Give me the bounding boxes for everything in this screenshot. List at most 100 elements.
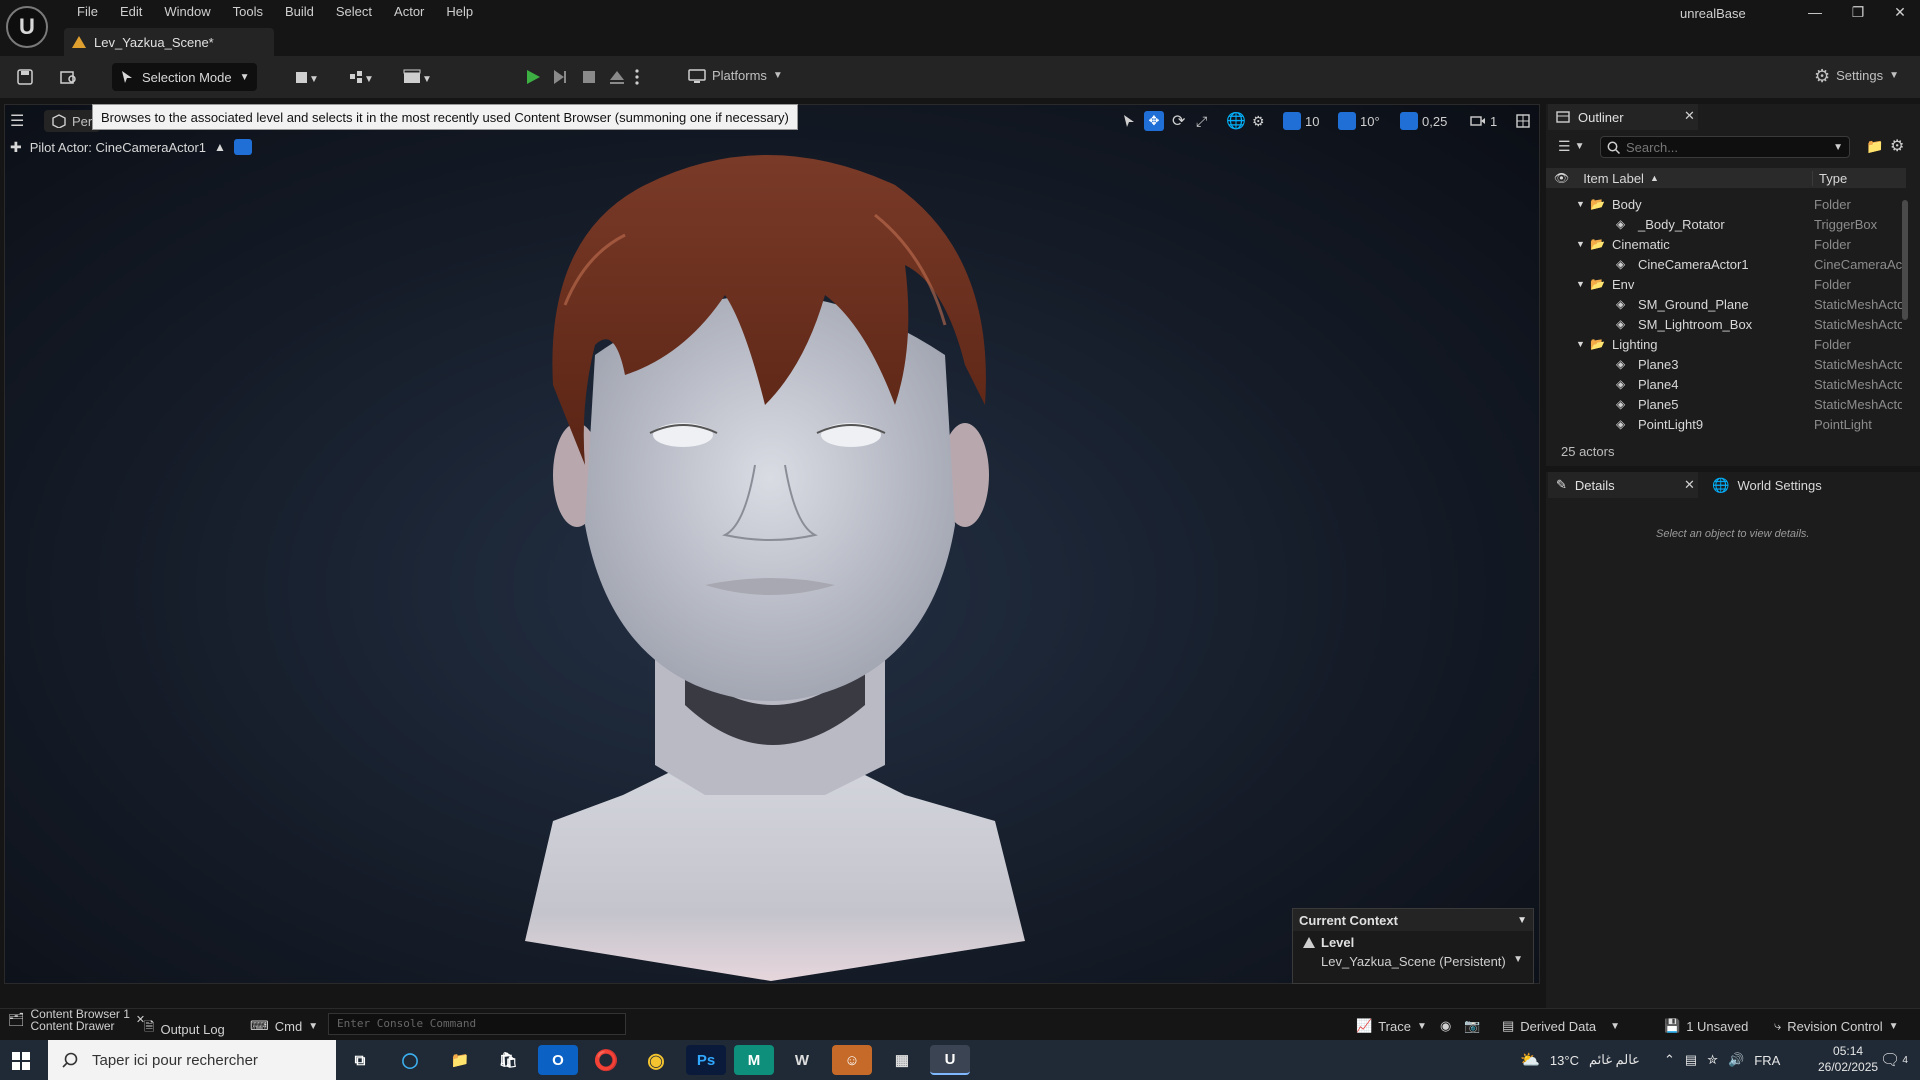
menu-edit[interactable]: Edit: [109, 4, 153, 20]
settings-button[interactable]: ⚙ Settings ▼: [1814, 67, 1899, 85]
menu-actor[interactable]: Actor: [383, 4, 435, 20]
outliner-folder-row[interactable]: ▼ 📂 Env Folder: [1546, 274, 1906, 294]
outliner-tab[interactable]: Outliner: [1548, 104, 1698, 130]
restore-button[interactable]: ❐: [1838, 4, 1878, 26]
menu-help[interactable]: Help: [435, 4, 484, 20]
menu-file[interactable]: File: [66, 4, 109, 20]
close-details-icon[interactable]: ✕: [1684, 477, 1695, 493]
photoshop-icon[interactable]: Ps: [686, 1045, 726, 1075]
screenshot-icon[interactable]: 📷: [1464, 1018, 1480, 1034]
close-window-button[interactable]: ✕: [1880, 4, 1920, 26]
unreal-taskbar-icon[interactable]: U: [930, 1045, 970, 1075]
surface-snap-icon[interactable]: ⚙: [1252, 110, 1265, 132]
expand-arrow-icon[interactable]: ▼: [1576, 199, 1585, 209]
viewport-menu-button[interactable]: ☰: [10, 111, 24, 131]
maya-icon[interactable]: M: [734, 1045, 774, 1075]
play-icon[interactable]: [518, 62, 548, 92]
rotate-tool-icon[interactable]: ⟳: [1172, 110, 1185, 132]
wifi-icon[interactable]: ✮: [1707, 1052, 1718, 1068]
grid-snap-toggle[interactable]: 10: [1283, 110, 1319, 132]
select-tool-icon[interactable]: [1122, 110, 1136, 132]
new-folder-icon[interactable]: 📁: [1866, 138, 1883, 155]
eye-icon[interactable]: 👁: [1554, 171, 1569, 185]
scale-snap-toggle[interactable]: 0,25: [1400, 110, 1447, 132]
blueprint-icon[interactable]: ▼: [342, 62, 382, 92]
volume-icon[interactable]: 🔊: [1728, 1052, 1744, 1068]
level-viewport[interactable]: [4, 104, 1540, 984]
camera-lock-icon[interactable]: [233, 139, 252, 155]
layout-icon[interactable]: [1516, 110, 1530, 132]
item-label-column[interactable]: Item Label: [1583, 171, 1644, 186]
outliner-actor-row[interactable]: ◈ SM_Ground_Plane StaticMeshActo: [1546, 294, 1906, 314]
cinematics-icon[interactable]: ▼: [398, 62, 438, 92]
menu-build[interactable]: Build: [274, 4, 325, 20]
chevron-down-icon[interactable]: ▼: [1517, 915, 1527, 926]
console-input[interactable]: Enter Console Command: [328, 1013, 626, 1035]
wordpad-icon[interactable]: W: [782, 1045, 822, 1075]
outliner-actor-row[interactable]: ◈ _Body_Rotator TriggerBox: [1546, 214, 1906, 234]
scale-tool-icon[interactable]: ⤢: [1196, 110, 1207, 132]
outliner-folder-row[interactable]: ▼ 📂 Lighting Folder: [1546, 334, 1906, 354]
derived-data-button[interactable]: ▤ Derived Data ▼: [1502, 1018, 1620, 1034]
more-options-icon[interactable]: [630, 62, 644, 92]
close-outliner-icon[interactable]: ✕: [1684, 108, 1695, 124]
rotation-snap-toggle[interactable]: 10°: [1338, 110, 1380, 132]
notifications-button[interactable]: 🗨 4: [1880, 1050, 1908, 1070]
outliner-actor-row[interactable]: ◈ PointLight9 PointLight: [1546, 414, 1906, 434]
edge-icon[interactable]: ◯: [390, 1045, 430, 1075]
outliner-actor-row[interactable]: ◈ Plane3 StaticMeshActo: [1546, 354, 1906, 374]
expand-arrow-icon[interactable]: ▼: [1576, 339, 1585, 349]
discord-icon[interactable]: ☺: [832, 1045, 872, 1075]
selection-mode-dropdown[interactable]: Selection Mode ▼: [112, 63, 257, 91]
content-browser-tab[interactable]: 🗂 Content Browser 1 Content Drawer ✕: [8, 1008, 145, 1032]
eject-icon[interactable]: [602, 62, 632, 92]
details-tab[interactable]: ✎ Details: [1548, 472, 1698, 498]
network-icon[interactable]: ▤: [1685, 1052, 1697, 1068]
add-actor-icon[interactable]: ▼: [288, 62, 328, 92]
outliner-settings-icon[interactable]: ⚙: [1890, 136, 1904, 156]
unreal-logo[interactable]: U: [6, 6, 48, 48]
revision-control-button[interactable]: ⤷ Revision Control ▼: [1774, 1018, 1899, 1034]
filter-button[interactable]: ☰ ▼: [1558, 138, 1584, 155]
expand-arrow-icon[interactable]: ▼: [1576, 239, 1585, 249]
world-space-icon[interactable]: 🌐: [1226, 110, 1246, 132]
stop-icon[interactable]: [574, 62, 604, 92]
output-log-button[interactable]: 🗎 Output Log: [144, 1018, 225, 1040]
task-view-icon[interactable]: ⧉: [340, 1045, 380, 1075]
outliner-actor-row[interactable]: ◈ Plane5 StaticMeshActo: [1546, 394, 1906, 414]
store-icon[interactable]: 🛍: [488, 1045, 528, 1075]
outliner-actor-row[interactable]: ◈ SM_Lightroom_Box StaticMeshActo: [1546, 314, 1906, 334]
chrome-icon[interactable]: ◉: [636, 1045, 676, 1075]
outlook-icon[interactable]: O: [538, 1045, 578, 1075]
content-drawer-label[interactable]: Content Drawer: [31, 1020, 130, 1032]
level-tab[interactable]: Lev_Yazkua_Scene*: [64, 28, 274, 56]
clock[interactable]: 05:14 26/02/2025: [1818, 1043, 1878, 1075]
outliner-folder-row[interactable]: ▼ 📂 Cinematic Folder: [1546, 234, 1906, 254]
browse-level-icon[interactable]: [54, 62, 84, 92]
launcher-icon[interactable]: ▦: [882, 1045, 922, 1075]
outliner-search-input[interactable]: Search... ▼: [1600, 136, 1850, 158]
file-explorer-icon[interactable]: 📁: [440, 1045, 480, 1075]
outliner-folder-row[interactable]: ▼ 📂 Body Folder: [1546, 194, 1906, 214]
chevron-up-icon[interactable]: ⌃: [1664, 1052, 1675, 1068]
menu-window[interactable]: Window: [153, 4, 221, 20]
menu-select[interactable]: Select: [325, 4, 383, 20]
advance-frame-icon[interactable]: [545, 62, 575, 92]
eject-pilot-icon[interactable]: ▲: [214, 140, 226, 154]
minimize-button[interactable]: —: [1795, 4, 1835, 26]
context-level-select[interactable]: Lev_Yazkua_Scene (Persistent) ▼: [1293, 954, 1533, 969]
trace-button[interactable]: 📈 Trace ▼: [1356, 1018, 1427, 1034]
language-label[interactable]: FRA: [1754, 1053, 1780, 1068]
outliner-actor-row[interactable]: ◈ Plane4 StaticMeshActo: [1546, 374, 1906, 394]
save-icon[interactable]: [10, 62, 40, 92]
unsaved-button[interactable]: 💾 1 Unsaved: [1664, 1018, 1748, 1034]
windows-start-icon[interactable]: [12, 1052, 30, 1070]
type-column[interactable]: Type: [1812, 170, 1847, 186]
outliner-scrollbar[interactable]: [1902, 200, 1908, 320]
outliner-actor-row[interactable]: ◈ CineCameraActor1 CineCameraAc: [1546, 254, 1906, 274]
world-settings-tab[interactable]: 🌐 World Settings: [1712, 472, 1822, 498]
opera-icon[interactable]: ⭕: [586, 1045, 626, 1075]
record-icon[interactable]: ◉: [1440, 1018, 1451, 1034]
expand-arrow-icon[interactable]: ▼: [1576, 279, 1585, 289]
platforms-button[interactable]: Platforms ▼: [688, 68, 783, 83]
